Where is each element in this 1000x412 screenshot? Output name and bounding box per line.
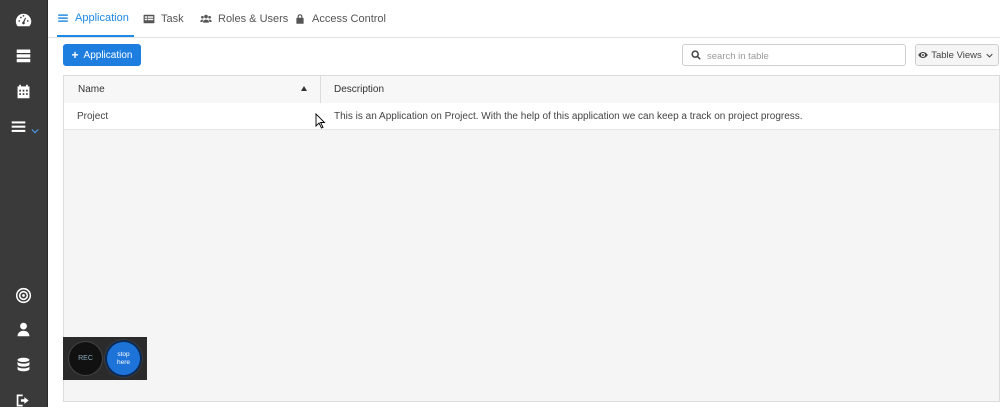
tab-label: Task	[161, 12, 184, 25]
chevron-down-icon	[31, 122, 39, 134]
tab-label: Roles & Users	[218, 12, 289, 25]
record-label: REC	[78, 355, 93, 362]
data-table: Name Description Project This is an Appl…	[63, 75, 1000, 402]
column-header-label: Name	[78, 84, 105, 95]
record-button[interactable]: REC	[69, 342, 102, 375]
column-header-label: Description	[334, 84, 385, 95]
table-search[interactable]	[682, 44, 906, 66]
task-icon	[143, 14, 155, 23]
row-description-cell: This is an Application on Project. With …	[334, 110, 803, 122]
menu-icon[interactable]	[0, 114, 47, 138]
search-icon	[691, 50, 701, 60]
tab-application[interactable]: Application	[57, 0, 134, 37]
target-icon[interactable]	[0, 283, 47, 307]
column-header-description[interactable]: Description	[321, 76, 999, 103]
chevron-down-icon	[986, 53, 993, 58]
calendar-icon[interactable]	[0, 79, 47, 103]
table-views-button[interactable]: Table Views	[915, 44, 999, 66]
dashboard-icon[interactable]	[0, 8, 47, 32]
sort-ascending-icon	[301, 86, 307, 91]
user-icon[interactable]	[0, 317, 47, 341]
eye-icon	[918, 52, 928, 58]
tab-task[interactable]: Task	[143, 0, 184, 37]
database-icon[interactable]	[0, 352, 47, 376]
sign-out-icon[interactable]	[0, 388, 47, 412]
column-header-name[interactable]: Name	[64, 76, 321, 103]
tab-roles-users[interactable]: Roles & Users	[200, 0, 288, 37]
tab-bar: Application Task Roles & Users Access Co…	[48, 0, 1000, 38]
search-input[interactable]	[705, 47, 899, 65]
row-name-cell: Project	[77, 110, 109, 122]
plus-icon: +	[71, 48, 79, 62]
list-icon	[58, 13, 68, 22]
mouse-cursor-icon	[315, 113, 326, 129]
table-row[interactable]: Project This is an Application on Projec…	[64, 103, 999, 130]
sidebar	[0, 0, 48, 407]
users-icon	[200, 14, 212, 23]
tab-access-control[interactable]: Access Control	[294, 0, 386, 37]
server-icon[interactable]	[0, 43, 47, 67]
table-header: Name Description	[64, 76, 999, 104]
add-application-label: Application	[83, 49, 133, 61]
tab-label: Application	[75, 11, 129, 24]
lock-icon	[296, 13, 304, 24]
stop-label-line1: stop	[117, 350, 130, 358]
add-application-button[interactable]: + Application	[63, 44, 141, 66]
recorder-panel: REC stop here	[63, 337, 147, 380]
stop-label-line2: here	[116, 358, 130, 366]
tab-label: Access Control	[312, 12, 386, 25]
table-views-label: Table Views	[931, 49, 982, 61]
stop-recording-button[interactable]: stop here	[107, 342, 140, 375]
